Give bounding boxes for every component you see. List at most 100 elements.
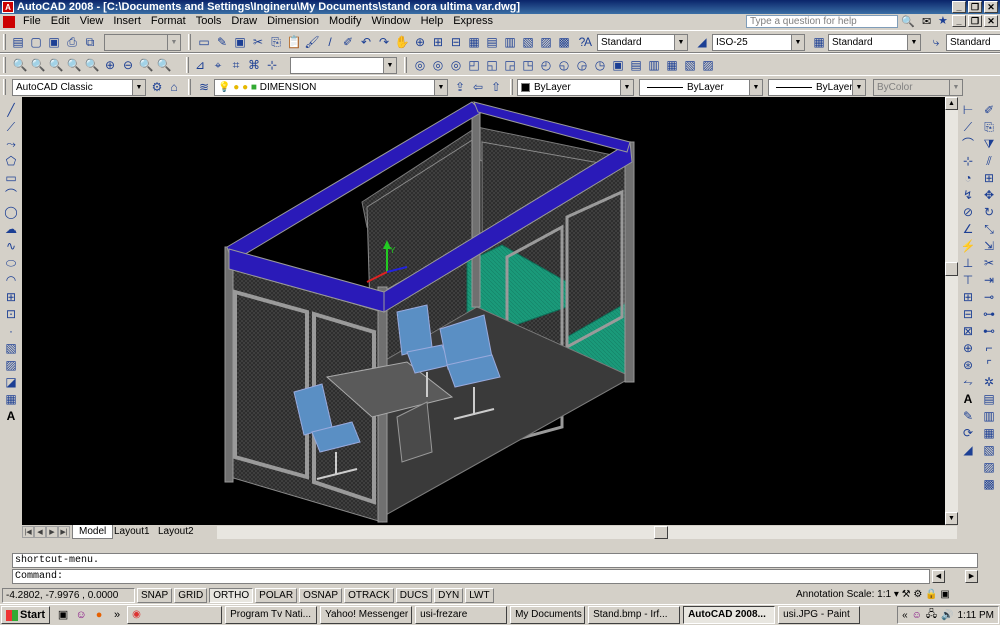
- menu-tools[interactable]: Tools: [191, 14, 227, 29]
- offset-icon[interactable]: ⫽: [981, 153, 997, 169]
- doc-restore-button[interactable]: ❐: [968, 15, 982, 27]
- firefox-icon[interactable]: ●: [92, 608, 106, 622]
- table-style-dropdown[interactable]: Standard ▼: [828, 34, 921, 51]
- break-at-point-icon[interactable]: ⊸: [981, 289, 997, 305]
- layer-previous-icon[interactable]: ⇦: [470, 79, 486, 95]
- quick-dimension-icon[interactable]: ⚡: [960, 238, 976, 254]
- table-style-icon[interactable]: ▦: [811, 34, 827, 50]
- zoom-object-icon[interactable]: 🔍: [84, 57, 100, 73]
- linetype-dropdown[interactable]: ByLayer ▼: [639, 79, 763, 96]
- dimension-style-icon[interactable]: ◢: [960, 442, 976, 458]
- restore-button[interactable]: ❐: [968, 1, 982, 13]
- cylinder-icon[interactable]: ▣: [610, 57, 626, 73]
- zoom-out-icon[interactable]: ⊖: [120, 57, 136, 73]
- toolbar-grip[interactable]: [3, 79, 6, 95]
- diameter-dimension-icon[interactable]: ⊘: [960, 204, 976, 220]
- command-scroll-left-button[interactable]: ◀: [932, 570, 945, 583]
- bring-front-icon[interactable]: ▥: [981, 408, 997, 424]
- baseline-dimension-icon[interactable]: ⊥: [960, 255, 976, 271]
- dyn-toggle[interactable]: DYN: [434, 588, 464, 603]
- extend-icon[interactable]: ⇥: [981, 272, 997, 288]
- scroll-down-button[interactable]: ▼: [945, 512, 958, 525]
- show-desktop-icon[interactable]: ▣: [56, 608, 70, 622]
- inspection-icon[interactable]: ⊛: [960, 357, 976, 373]
- rectangle-icon[interactable]: ▭: [3, 170, 19, 186]
- tray-messenger-icon[interactable]: ☺: [912, 610, 922, 621]
- hatch-icon[interactable]: ▧: [3, 340, 19, 356]
- communication-center-icon[interactable]: ✉: [922, 15, 931, 28]
- toolbar-grip[interactable]: [3, 34, 6, 50]
- tray-expand-icon[interactable]: «: [902, 610, 908, 621]
- publish-icon[interactable]: ⧉: [82, 34, 98, 50]
- visual-style-icon[interactable]: ◵: [556, 57, 572, 73]
- workspace-blank-dropdown[interactable]: ▼: [104, 34, 181, 51]
- menu-help[interactable]: Help: [416, 14, 449, 29]
- zoom-dynamic-icon[interactable]: 🔍: [30, 57, 46, 73]
- auto-scale-icon[interactable]: ⚙: [913, 589, 922, 600]
- taskbar-item-yahoo-messenger[interactable]: Yahoo! Messenger: [320, 606, 413, 624]
- free-orbit-icon[interactable]: ◎: [430, 57, 446, 73]
- dim-style-icon[interactable]: ◢: [694, 34, 710, 50]
- make-block-icon[interactable]: ⊡: [3, 306, 19, 322]
- dimension-update-icon[interactable]: ⟳: [960, 425, 976, 441]
- tolerance-icon[interactable]: ⊠: [960, 323, 976, 339]
- stretch-icon[interactable]: ⇲: [981, 238, 997, 254]
- tab-layout1[interactable]: Layout1: [108, 525, 156, 539]
- tray-volume-icon[interactable]: 🔊: [941, 610, 953, 621]
- layer-states-icon[interactable]: ⇧: [488, 79, 504, 95]
- horizontal-scrollbar[interactable]: [217, 526, 957, 539]
- zoom-window-icon[interactable]: ⊞: [430, 34, 446, 50]
- pencil-icon[interactable]: ✎: [214, 34, 230, 50]
- erase-icon[interactable]: ✐: [981, 102, 997, 118]
- multileader-style-dropdown[interactable]: Standard: [946, 34, 1000, 51]
- explode-icon[interactable]: ✲: [981, 374, 997, 390]
- ellipse-icon[interactable]: ⬭: [3, 255, 19, 271]
- qnew-icon[interactable]: ▤: [10, 34, 26, 50]
- jogged-linear-icon[interactable]: ⥊: [960, 374, 976, 390]
- dimension-break-icon[interactable]: ⊟: [960, 306, 976, 322]
- tray-network-icon[interactable]: 🖧: [926, 607, 937, 624]
- chrome-taskbar-item[interactable]: ◉: [127, 606, 223, 624]
- copy-object-icon[interactable]: ⎘: [981, 119, 997, 135]
- box-icon[interactable]: ◷: [592, 57, 608, 73]
- design-center-icon[interactable]: ▤: [484, 34, 500, 50]
- toolbar-grip[interactable]: [510, 79, 513, 95]
- rotate-icon[interactable]: ↻: [981, 204, 997, 220]
- zoom-all-icon[interactable]: 🔍: [138, 57, 154, 73]
- named-ucs-dropdown[interactable]: ▼: [290, 57, 397, 74]
- taskbar-item-autocad[interactable]: AutoCAD 2008...: [683, 606, 776, 624]
- break-icon[interactable]: ⊶: [981, 306, 997, 322]
- angular-dimension-icon[interactable]: ∠: [960, 221, 976, 237]
- arc-icon[interactable]: ⌒: [3, 187, 19, 203]
- radius-dimension-icon[interactable]: ◔: [960, 170, 976, 186]
- properties-palette-icon[interactable]: ▧: [981, 442, 997, 458]
- search-icon[interactable]: 🔍: [901, 15, 915, 28]
- insert-block-icon[interactable]: ⊞: [3, 289, 19, 305]
- chamfer-icon[interactable]: ⌐: [981, 340, 997, 356]
- block-editor-icon[interactable]: ✐: [340, 34, 356, 50]
- taskbar-item-usi-paint[interactable]: usi.JPG - Paint: [778, 606, 861, 624]
- brush-icon[interactable]: /: [322, 34, 338, 50]
- region-icon[interactable]: ◪: [3, 374, 19, 390]
- command-scroll-right-button[interactable]: ▶: [965, 570, 978, 583]
- favorites-star-icon[interactable]: ★: [938, 14, 948, 27]
- orbit-icon[interactable]: ◎: [412, 57, 428, 73]
- pan-icon[interactable]: ✋: [394, 34, 410, 50]
- properties-icon[interactable]: ▦: [466, 34, 482, 50]
- taskbar-item-program-tv[interactable]: Program Tv Nati...: [225, 606, 318, 624]
- yahoo-icon[interactable]: ☺: [74, 608, 88, 622]
- annotation-scale-dropdown[interactable]: 1:1: [877, 589, 891, 600]
- paste-icon[interactable]: 📋: [286, 34, 302, 50]
- doc-close-button[interactable]: ✕: [984, 15, 998, 27]
- clean-screen-icon[interactable]: ▣: [940, 589, 949, 600]
- center-mark-icon[interactable]: ⊕: [960, 340, 976, 356]
- close-button[interactable]: ✕: [984, 1, 998, 13]
- layer-tools-icon[interactable]: ▩: [981, 476, 997, 492]
- save-icon[interactable]: ▣: [46, 34, 62, 50]
- zoom-extents-icon[interactable]: 🔍: [156, 57, 172, 73]
- workspace-settings-icon[interactable]: ⚙: [149, 79, 165, 95]
- dimension-space-icon[interactable]: ⊞: [960, 289, 976, 305]
- mirror-icon[interactable]: ⧩: [981, 136, 997, 152]
- make-object-layer-current-icon[interactable]: ⇪: [452, 79, 468, 95]
- sheet-set-icon[interactable]: ▧: [520, 34, 536, 50]
